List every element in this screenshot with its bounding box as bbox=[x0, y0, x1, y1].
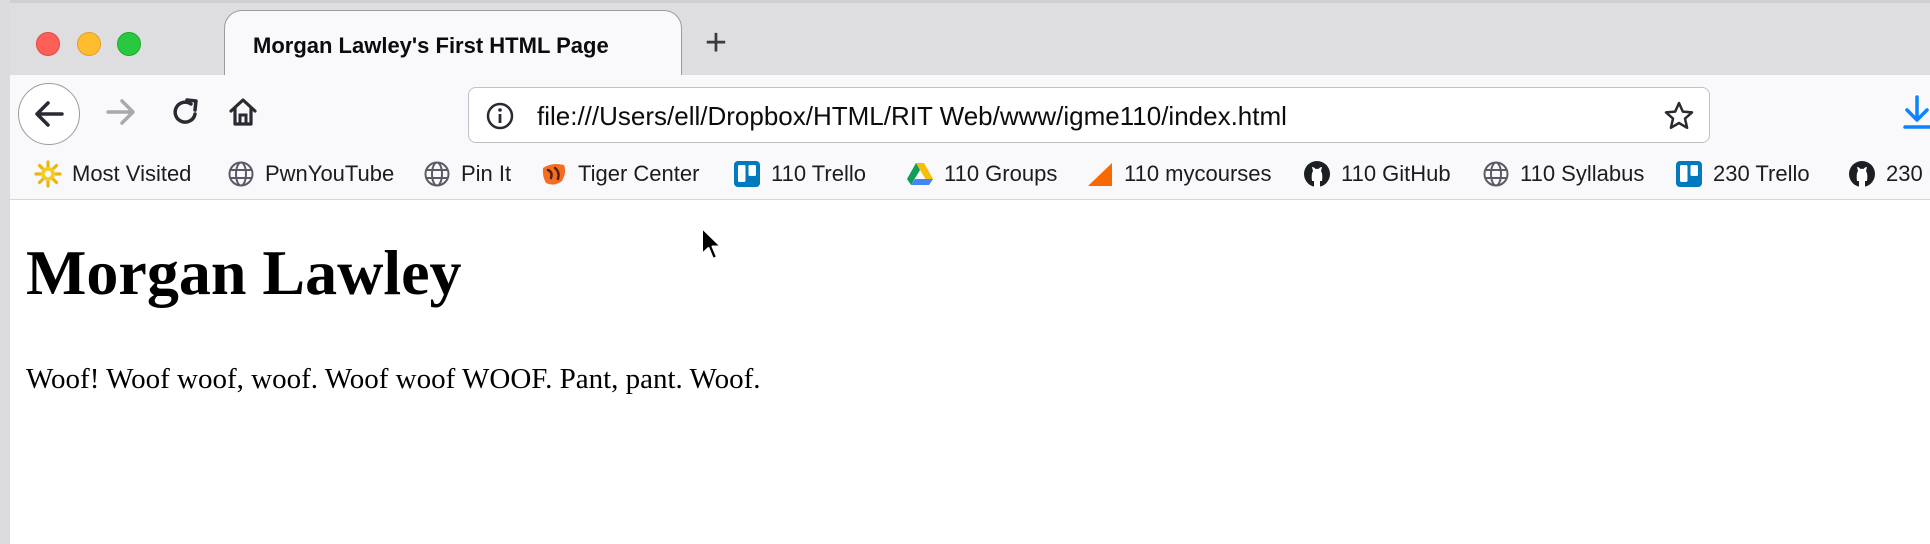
mouse-cursor-icon bbox=[701, 227, 722, 260]
drive-icon bbox=[907, 163, 933, 185]
trello-icon bbox=[1676, 161, 1702, 187]
forward-button[interactable] bbox=[96, 87, 146, 137]
tab-strip-top-border bbox=[10, 0, 1930, 3]
bookmark-110-groups[interactable]: 110 Groups bbox=[906, 159, 1057, 189]
bookmark-110-mycourses[interactable]: 110 mycourses bbox=[1086, 159, 1272, 189]
bookmark-label: 110 Trello bbox=[771, 161, 866, 186]
page-paragraph: Woof! Woof woof, woof. Woof woof WOOF. P… bbox=[26, 363, 761, 395]
github-icon bbox=[1304, 161, 1330, 187]
url-bar[interactable]: file:///Users/ell/Dropbox/HTML/RIT Web/w… bbox=[468, 87, 1710, 143]
bookmark-label: 110 Syllabus bbox=[1520, 161, 1645, 186]
globe-icon bbox=[228, 161, 254, 187]
bookmark-label: Pin It bbox=[461, 161, 512, 186]
bookmark-110-github[interactable]: 110 GitHub bbox=[1303, 159, 1451, 189]
bookmark-pwnyoutube[interactable]: PwnYouTube bbox=[227, 159, 394, 189]
bookmark-230-trello[interactable]: 230 Trello bbox=[1675, 159, 1810, 189]
new-tab-button[interactable]: + bbox=[693, 20, 739, 66]
url-text[interactable]: file:///Users/ell/Dropbox/HTML/RIT Web/w… bbox=[537, 101, 1287, 132]
bookmarks-toolbar: Most Visited PwnYouTube Pin It Tiger Cen… bbox=[10, 147, 1930, 200]
bookmark-label: 110 GitHub bbox=[1341, 161, 1451, 186]
minimize-window-button[interactable] bbox=[77, 32, 101, 56]
home-icon bbox=[229, 98, 257, 126]
tiger-icon bbox=[542, 164, 566, 185]
bookmark-label: 230 G bbox=[1886, 161, 1930, 186]
mycourses-icon bbox=[1088, 163, 1112, 186]
info-icon[interactable] bbox=[485, 101, 515, 131]
bookmark-label: PwnYouTube bbox=[265, 161, 395, 186]
bookmark-230-github[interactable]: 230 G bbox=[1848, 159, 1930, 189]
star-icon[interactable] bbox=[1663, 100, 1695, 132]
tab-active[interactable]: Morgan Lawley's First HTML Page bbox=[224, 10, 682, 76]
bookmark-pin-it[interactable]: Pin It bbox=[423, 159, 511, 189]
back-arrow-icon bbox=[35, 101, 64, 127]
window-edge bbox=[0, 0, 10, 544]
reload-icon bbox=[173, 98, 198, 124]
globe-icon bbox=[1483, 161, 1509, 187]
bookmark-label: 230 Trello bbox=[1713, 161, 1810, 186]
bookmark-tiger-center[interactable]: Tiger Center bbox=[540, 159, 699, 189]
bookmark-110-trello[interactable]: 110 Trello bbox=[733, 159, 866, 189]
home-button[interactable] bbox=[218, 87, 268, 137]
github-icon bbox=[1849, 161, 1875, 187]
tab-title: Morgan Lawley's First HTML Page bbox=[253, 33, 609, 58]
page-content: Morgan Lawley Woof! Woof woof, woof. Woo… bbox=[10, 200, 1930, 544]
bookmark-110-syllabus[interactable]: 110 Syllabus bbox=[1482, 159, 1644, 189]
bookmark-label: Tiger Center bbox=[578, 161, 700, 186]
bookmark-label: Most Visited bbox=[72, 161, 192, 186]
gear-icon bbox=[34, 160, 62, 188]
bookmark-most-visited[interactable]: Most Visited bbox=[34, 159, 191, 189]
zoom-window-button[interactable] bbox=[117, 32, 141, 56]
forward-arrow-icon bbox=[106, 99, 135, 125]
globe-icon bbox=[424, 161, 450, 187]
tab-strip: Morgan Lawley's First HTML Page + bbox=[10, 0, 1930, 76]
bookmark-label: 110 Groups bbox=[944, 161, 1058, 186]
browser-window: Morgan Lawley's First HTML Page + file:/… bbox=[10, 0, 1930, 544]
reload-button[interactable] bbox=[161, 87, 211, 137]
download-icon[interactable] bbox=[1900, 93, 1930, 133]
page-heading: Morgan Lawley bbox=[26, 237, 462, 308]
navigation-toolbar: file:///Users/ell/Dropbox/HTML/RIT Web/w… bbox=[10, 75, 1930, 147]
trello-icon bbox=[734, 161, 760, 187]
close-window-button[interactable] bbox=[36, 32, 60, 56]
back-button[interactable] bbox=[18, 83, 80, 145]
bookmark-label: 110 mycourses bbox=[1124, 161, 1272, 186]
